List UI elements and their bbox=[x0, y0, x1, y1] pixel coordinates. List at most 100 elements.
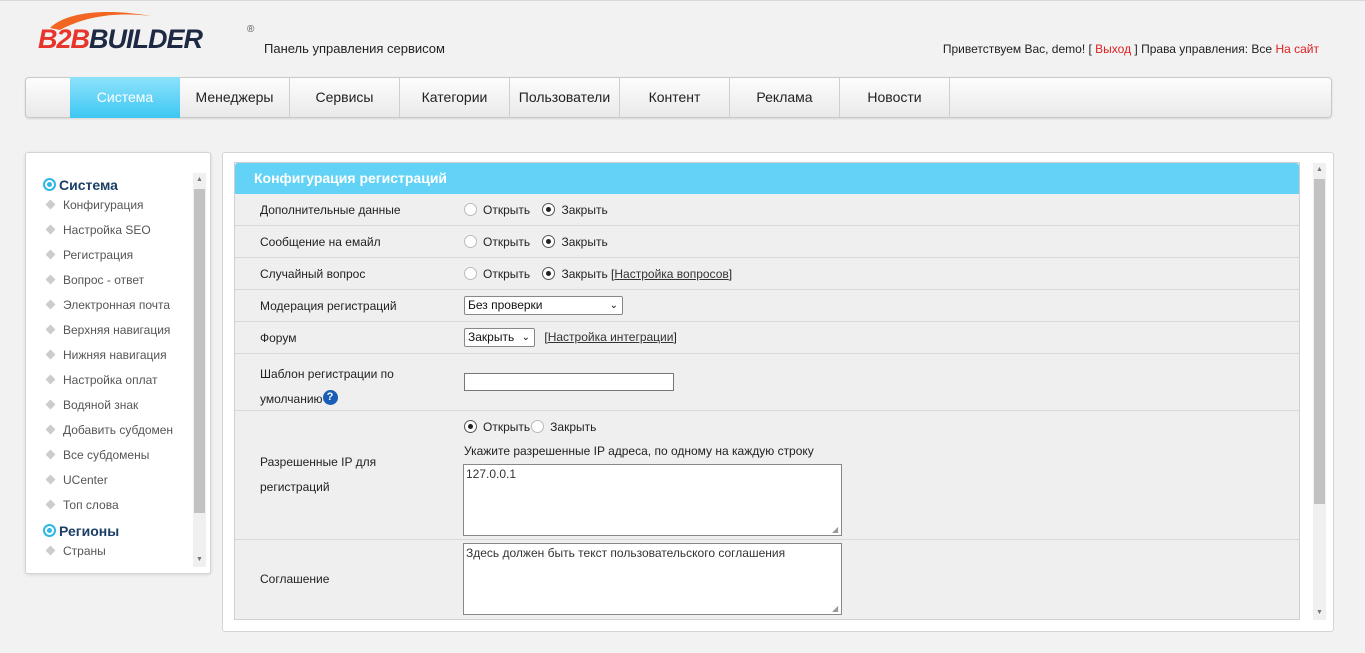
sidebar-group-label: Система bbox=[59, 177, 118, 193]
diamond-bullet-icon bbox=[45, 249, 56, 260]
sidebar-item-label: Водяной знак bbox=[63, 398, 139, 412]
row-label: Форум bbox=[260, 331, 297, 345]
sidebar-item-label: Топ слова bbox=[63, 498, 119, 512]
row-agreement: Соглашение Здесь должен быть текст польз… bbox=[235, 540, 1299, 620]
template-input[interactable] bbox=[464, 373, 674, 391]
logo-registered: ® bbox=[247, 24, 255, 35]
moderation-select-wrap: Без проверки ⌄ bbox=[464, 296, 623, 315]
sidebar-item-label: Все субдомены bbox=[63, 448, 150, 462]
sidebar-item-countries[interactable]: Страны bbox=[45, 544, 106, 558]
main-scrollbar[interactable]: ▲ ▼ bbox=[1313, 163, 1326, 620]
radio-group: Открыть Закрыть bbox=[464, 233, 617, 249]
row-label: Разрешенные IP для регистраций bbox=[260, 450, 376, 500]
circle-bullet-icon bbox=[43, 178, 56, 191]
welcome-bar: Приветствуем Вас, demo! [ Выход ] Права … bbox=[943, 42, 1319, 56]
ip-hint: Укажите разрешенные IP адреса, по одному… bbox=[464, 444, 814, 458]
sidebar-item-top-nav[interactable]: Верхняя навигация bbox=[45, 323, 170, 337]
diamond-bullet-icon bbox=[45, 399, 56, 410]
radio-group: Открыть Закрыть bbox=[464, 418, 596, 434]
sidebar-item-registration[interactable]: Регистрация bbox=[45, 248, 133, 262]
allowed-ip-textarea[interactable]: 127.0.0.1 ◢ bbox=[463, 464, 842, 536]
logo[interactable]: B2BBUILDER ® bbox=[38, 12, 258, 56]
forum-select-value: Закрыть bbox=[468, 330, 515, 344]
sidebar-scroll-thumb[interactable] bbox=[194, 189, 205, 513]
nav-tab-content[interactable]: Контент bbox=[620, 78, 730, 117]
row-random-question: Случайный вопрос Открыть Закрыть [Настро… bbox=[235, 258, 1299, 290]
registration-config-form: Конфигурация регистраций Дополнительные … bbox=[234, 162, 1300, 620]
resize-grip-icon[interactable]: ◢ bbox=[832, 605, 840, 613]
nav-tab-managers[interactable]: Менеджеры bbox=[180, 78, 290, 117]
moderation-select-value: Без проверки bbox=[468, 298, 543, 312]
questions-settings-link[interactable]: Настройка вопросов bbox=[614, 267, 728, 281]
diamond-bullet-icon bbox=[45, 274, 56, 285]
sidebar-group-system[interactable]: Система bbox=[43, 177, 118, 193]
nav-tab-categories[interactable]: Категории bbox=[400, 78, 510, 117]
resize-grip-icon[interactable]: ◢ bbox=[832, 526, 840, 534]
radio-close[interactable] bbox=[531, 420, 545, 433]
site-link[interactable]: На сайт bbox=[1275, 42, 1319, 56]
nav-tab-ads[interactable]: Реклама bbox=[730, 78, 840, 117]
allowed-ip-value: 127.0.0.1 bbox=[466, 467, 517, 481]
nav-tab-services[interactable]: Сервисы bbox=[290, 78, 400, 117]
sidebar-scrollbar[interactable]: ▲ ▼ bbox=[193, 173, 206, 567]
question-icon[interactable]: ? bbox=[322, 390, 338, 405]
chevron-down-icon: ⌄ bbox=[521, 332, 530, 343]
sidebar-item-bottom-nav[interactable]: Нижняя навигация bbox=[45, 348, 167, 362]
sidebar-item-label: Настройка оплат bbox=[63, 373, 158, 387]
row-allowed-ip: Разрешенные IP для регистраций Открыть За… bbox=[235, 411, 1299, 540]
logo-text: B2BBUILDER bbox=[38, 24, 203, 54]
sidebar-item-payments[interactable]: Настройка оплат bbox=[45, 373, 158, 387]
diamond-bullet-icon bbox=[45, 199, 56, 210]
circle-bullet-icon bbox=[43, 524, 56, 537]
scroll-down-icon[interactable]: ▼ bbox=[193, 553, 206, 567]
radio-open[interactable] bbox=[464, 203, 477, 216]
row-label: Сообщение на емайл bbox=[260, 235, 381, 249]
radio-open[interactable] bbox=[464, 420, 477, 433]
sidebar-item-all-subdomains[interactable]: Все субдомены bbox=[45, 448, 150, 462]
row-forum: Форум Закрыть ⌄ [Настройка интеграции] bbox=[235, 322, 1299, 354]
forum-select[interactable]: Закрыть ⌄ bbox=[464, 328, 535, 347]
scroll-up-icon[interactable]: ▲ bbox=[1313, 163, 1326, 177]
nav-tab-users[interactable]: Пользователи bbox=[510, 78, 620, 117]
sidebar-item-top-words[interactable]: Топ слова bbox=[45, 498, 119, 512]
sidebar-item-label: Конфигурация bbox=[63, 198, 144, 212]
radio-close-label: Закрыть bbox=[561, 267, 608, 281]
diamond-bullet-icon bbox=[45, 474, 56, 485]
nav-tab-system[interactable]: Система bbox=[70, 77, 180, 118]
radio-open[interactable] bbox=[464, 235, 477, 248]
sidebar-item-qa[interactable]: Вопрос - ответ bbox=[45, 273, 144, 287]
radio-close[interactable] bbox=[542, 267, 556, 280]
sidebar-item-seo[interactable]: Настройка SEO bbox=[45, 223, 151, 237]
radio-close-label: Закрыть bbox=[561, 235, 608, 249]
scroll-up-icon[interactable]: ▲ bbox=[193, 173, 206, 187]
row-label: Случайный вопрос bbox=[260, 267, 366, 281]
moderation-select[interactable]: Без проверки ⌄ bbox=[464, 296, 623, 315]
radio-close[interactable] bbox=[542, 235, 556, 248]
agreement-textarea[interactable]: Здесь должен быть текст пользовательског… bbox=[463, 543, 842, 615]
sidebar-item-ucenter[interactable]: UCenter bbox=[45, 473, 108, 487]
sidebar-item-email[interactable]: Электронная почта bbox=[45, 298, 170, 312]
logout-link[interactable]: Выход bbox=[1095, 42, 1131, 56]
radio-open-label: Открыть bbox=[483, 235, 531, 249]
integration-settings-link[interactable]: Настройка интеграции bbox=[548, 330, 674, 344]
radio-open[interactable] bbox=[464, 267, 477, 280]
diamond-bullet-icon bbox=[45, 374, 56, 385]
radio-group: Открыть Закрыть bbox=[464, 201, 617, 217]
sidebar-item-label: UCenter bbox=[63, 473, 108, 487]
sidebar-item-watermark[interactable]: Водяной знак bbox=[45, 398, 139, 412]
radio-close-label: Закрыть bbox=[550, 420, 597, 434]
main-scroll-thumb[interactable] bbox=[1314, 179, 1325, 504]
sidebar-item-add-subdomain[interactable]: Добавить субдомен bbox=[45, 423, 173, 437]
diamond-bullet-icon bbox=[45, 499, 56, 510]
diamond-bullet-icon bbox=[45, 449, 56, 460]
row-label: Дополнительные данные bbox=[260, 203, 401, 217]
sidebar: Система Конфигурация Настройка SEO Регис… bbox=[25, 152, 211, 574]
template-label-line2: умолчанию bbox=[260, 392, 323, 406]
sidebar-group-regions[interactable]: Регионы bbox=[43, 523, 119, 539]
scroll-down-icon[interactable]: ▼ bbox=[1313, 606, 1326, 620]
radio-close[interactable] bbox=[542, 203, 556, 216]
panel-title: Панель управления сервисом bbox=[264, 41, 445, 56]
sidebar-item-configuration[interactable]: Конфигурация bbox=[45, 198, 144, 212]
ip-label-line2: регистраций bbox=[260, 480, 330, 494]
nav-tab-news[interactable]: Новости bbox=[840, 78, 950, 117]
